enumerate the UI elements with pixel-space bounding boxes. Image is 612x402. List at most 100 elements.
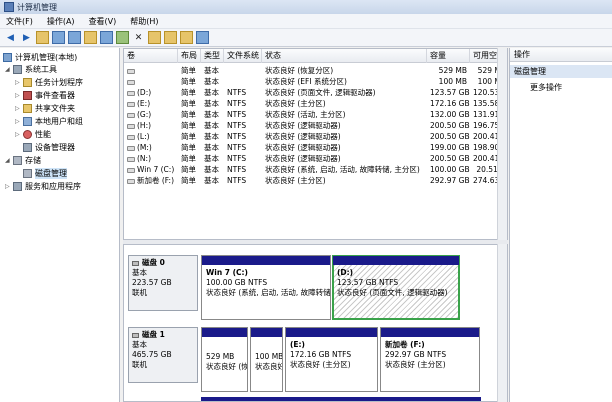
forward-arrow-icon[interactable]: ▶	[20, 31, 33, 44]
tools-icon	[13, 64, 22, 74]
tree-device-manager[interactable]: 设备管理器	[23, 141, 75, 153]
cell-filesystem: NTFS	[227, 132, 247, 141]
volume-icon	[127, 145, 135, 151]
cell-status: 状态良好 (逻辑驱动器)	[265, 132, 341, 141]
disk0-label[interactable]: 磁盘 0 基本 223.57 GB 联机	[128, 255, 198, 311]
partition-d[interactable]: (D:) 123.57 GB NTFS 状态良好 (页面文件, 逻辑驱动器)	[332, 255, 460, 320]
disk-view-icon[interactable]	[196, 31, 209, 44]
disk-graph-view: 磁盘 0 基本 223.57 GB 联机 Win 7 (C:) 100.00 G…	[123, 244, 508, 402]
delete-icon[interactable]: ✕	[132, 31, 145, 44]
expand-arrow-icon[interactable]: ▷	[15, 118, 22, 125]
tree-shared-folders[interactable]: ▷ 共享文件夹	[15, 102, 75, 114]
cell-filesystem: NTFS	[227, 99, 247, 108]
table-row[interactable]: (H:) 简单 基本 NTFS 状态良好 (逻辑驱动器) 200.50 GB 196.75 …	[124, 120, 507, 131]
expand-arrow-icon[interactable]: ▷	[15, 92, 22, 99]
cell-capacity: 200.50 GB	[430, 121, 470, 130]
menu-help[interactable]: 帮助(H)	[130, 16, 158, 27]
partition-recovery[interactable]: 529 MB 状态良好 (恢复分区)	[201, 327, 248, 392]
table-row[interactable]: Win 7 (C:) 简单 基本 NTFS 状态良好 (系统, 启动, 活动, 故障转储…	[124, 164, 507, 175]
tree-task-scheduler[interactable]: ▷ 任务计划程序	[15, 76, 83, 88]
cell-filesystem	[224, 76, 262, 87]
cell-status: 状态良好 (逻辑驱动器)	[265, 154, 341, 163]
collapse-arrow-icon[interactable]: ◢	[5, 157, 12, 164]
cell-type: 基本	[204, 143, 219, 152]
tree-local-users[interactable]: ▷ 本地用户和组	[15, 115, 83, 127]
list-scrollbar[interactable]	[497, 48, 507, 240]
partition-f[interactable]: 新加卷 (F:) 292.97 GB NTFS 状态良好 (主分区)	[380, 327, 480, 392]
tree-disk-management[interactable]: 磁盘管理	[23, 167, 67, 179]
search-icon[interactable]	[180, 31, 193, 44]
window-title: 计算机管理	[17, 2, 57, 12]
cell-layout: 简单	[181, 88, 196, 97]
table-row[interactable]: 简单 基本 状态良好 (恢复分区) 529 MB 529 MB	[124, 65, 507, 76]
list-view-icon[interactable]	[100, 31, 113, 44]
col-status[interactable]: 状态	[262, 49, 427, 63]
table-row[interactable]: 新加卷 (F:) 简单 基本 NTFS 状态良好 (主分区) 292.97 GB 274.6…	[124, 175, 507, 186]
cell-capacity: 200.50 GB	[430, 132, 470, 141]
disk2-partition-bar	[201, 397, 481, 401]
cell-status: 状态良好 (系统, 启动, 活动, 故障转储, 主分区)	[265, 165, 420, 174]
col-volume[interactable]: 卷	[124, 49, 178, 63]
menu-view[interactable]: 查看(V)	[89, 16, 117, 27]
table-row[interactable]: (D:) 简单 基本 NTFS 状态良好 (页面文件, 逻辑驱动器) 123.57 GB 1…	[124, 87, 507, 98]
expand-arrow-icon[interactable]: ▷	[15, 131, 22, 138]
volume-icon	[127, 79, 135, 85]
menu-action[interactable]: 操作(A)	[47, 16, 75, 27]
computer-management-window: 计算机管理 文件(F) 操作(A) 查看(V) 帮助(H) ◀ ▶ ✕ 计算机管…	[0, 0, 612, 402]
back-arrow-icon[interactable]: ◀	[4, 31, 17, 44]
cell-type: 基本	[204, 99, 219, 108]
refresh-icon[interactable]	[116, 31, 129, 44]
tree-storage[interactable]: ◢ 存储	[5, 154, 41, 166]
actions-section-disk-management[interactable]: 磁盘管理	[510, 65, 612, 78]
expand-arrow-icon[interactable]: ▷	[15, 105, 22, 112]
tree-event-viewer[interactable]: ▷ 事件查看器	[15, 89, 75, 101]
cell-capacity: 123.57 GB	[430, 88, 470, 97]
partition-c[interactable]: Win 7 (C:) 100.00 GB NTFS 状态良好 (系统, 启动, …	[201, 255, 331, 320]
volume-icon	[127, 123, 135, 129]
computer-icon	[3, 52, 12, 62]
cell-filesystem: NTFS	[227, 165, 247, 174]
tree-root[interactable]: 计算机管理(本地)	[3, 51, 77, 63]
table-row[interactable]: (L:) 简单 基本 NTFS 状态良好 (逻辑驱动器) 200.50 GB 200.41 …	[124, 131, 507, 142]
expand-arrow-icon[interactable]: ▷	[5, 183, 12, 190]
volume-icon	[127, 167, 135, 173]
col-filesystem[interactable]: 文件系统	[224, 49, 262, 63]
menu-file[interactable]: 文件(F)	[6, 16, 33, 27]
tree-performance[interactable]: ▷ 性能	[15, 128, 51, 140]
col-layout[interactable]: 布局	[178, 49, 201, 63]
cell-filesystem: NTFS	[227, 121, 247, 130]
table-row[interactable]: (N:) 简单 基本 NTFS 状态良好 (逻辑驱动器) 200.50 GB 200.41 …	[124, 153, 507, 164]
col-type[interactable]: 类型	[201, 49, 224, 63]
tree-system-tools[interactable]: ◢ 系统工具	[5, 63, 57, 75]
table-row[interactable]: (E:) 简单 基本 NTFS 状态良好 (主分区) 172.16 GB 135.58 G	[124, 98, 507, 109]
cell-volume: (H:)	[124, 120, 178, 131]
disk1-label[interactable]: 磁盘 1 基本 465.75 GB 联机	[128, 327, 198, 383]
cell-type: 基本	[204, 176, 219, 185]
col-capacity[interactable]: 容量	[427, 49, 470, 63]
save-icon[interactable]	[148, 31, 161, 44]
disk-icon	[23, 168, 32, 178]
table-row[interactable]: (M:) 简单 基本 NTFS 状态良好 (逻辑驱动器) 199.00 GB 198.90 …	[124, 142, 507, 153]
partition-e[interactable]: (E:) 172.16 GB NTFS 状态良好 (主分区)	[285, 327, 378, 392]
collapse-arrow-icon[interactable]: ◢	[5, 66, 12, 73]
properties-icon[interactable]	[68, 31, 81, 44]
tree-services-apps[interactable]: ▷ 服务和应用程序	[5, 180, 81, 192]
volume-icon	[127, 112, 135, 118]
graph-scrollbar[interactable]	[497, 244, 507, 402]
table-row[interactable]: 简单 基本 状态良好 (EFI 系统分区) 100 MB 100 MB	[124, 76, 507, 87]
expand-arrow-icon[interactable]: ▷	[15, 79, 22, 86]
partition-efi[interactable]: 100 MB 状态良好 (EFI 系统分区)	[250, 327, 283, 392]
show-hide-tree-icon[interactable]	[52, 31, 65, 44]
device-icon	[23, 142, 32, 152]
table-row[interactable]: (G:) 简单 基本 NTFS 状态良好 (活动, 主分区) 132.00 GB 131.9…	[124, 109, 507, 120]
cell-filesystem: NTFS	[227, 110, 247, 119]
more-actions-link[interactable]: 更多操作	[510, 81, 612, 94]
cell-layout: 简单	[181, 99, 196, 108]
cell-filesystem: NTFS	[227, 88, 247, 97]
cell-volume: (L:)	[124, 131, 178, 142]
help-icon[interactable]	[84, 31, 97, 44]
open-folder-icon[interactable]	[164, 31, 177, 44]
folder-icon	[23, 103, 32, 113]
cell-volume: (E:)	[124, 98, 178, 109]
up-folder-icon[interactable]	[36, 31, 49, 44]
